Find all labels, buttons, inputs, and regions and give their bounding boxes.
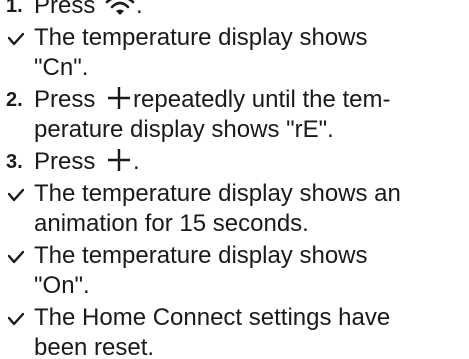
- step-text: Press: [34, 148, 96, 175]
- step-text-line2: perature display shows "rE".: [34, 116, 334, 143]
- step-number: 1.: [6, 0, 23, 17]
- plus-icon: [108, 87, 131, 109]
- plus-icon: [108, 149, 131, 171]
- result-text: The temperature display shows: [34, 24, 368, 51]
- result-text: The temperature display shows an: [34, 180, 401, 207]
- result-text: The Home Connect settings have: [34, 304, 391, 331]
- checkmark-icon: [8, 250, 24, 264]
- result-text: The temperature display shows: [34, 242, 368, 269]
- wifi-icon: [105, 0, 135, 15]
- step-text: Press: [34, 86, 96, 113]
- step-number: 3.: [6, 151, 23, 173]
- step-text-end: .: [133, 148, 140, 175]
- checkmark-icon: [8, 188, 24, 202]
- result-text-line2: "On".: [34, 272, 90, 299]
- checkmark-icon: [8, 312, 24, 326]
- result-text-line2: been reset.: [34, 334, 155, 359]
- step-text: Press: [34, 0, 96, 19]
- step-number: 2.: [6, 89, 23, 111]
- instruction-page: 1. Press . The temperature display shows…: [0, 0, 469, 359]
- step-text-end: .: [136, 0, 143, 19]
- result-text-line2: animation for 15 seconds.: [34, 210, 309, 237]
- step-text-end: repeatedly until the tem-: [133, 86, 391, 113]
- checkmark-icon: [8, 32, 24, 46]
- result-text-line2: "Cn".: [34, 54, 89, 81]
